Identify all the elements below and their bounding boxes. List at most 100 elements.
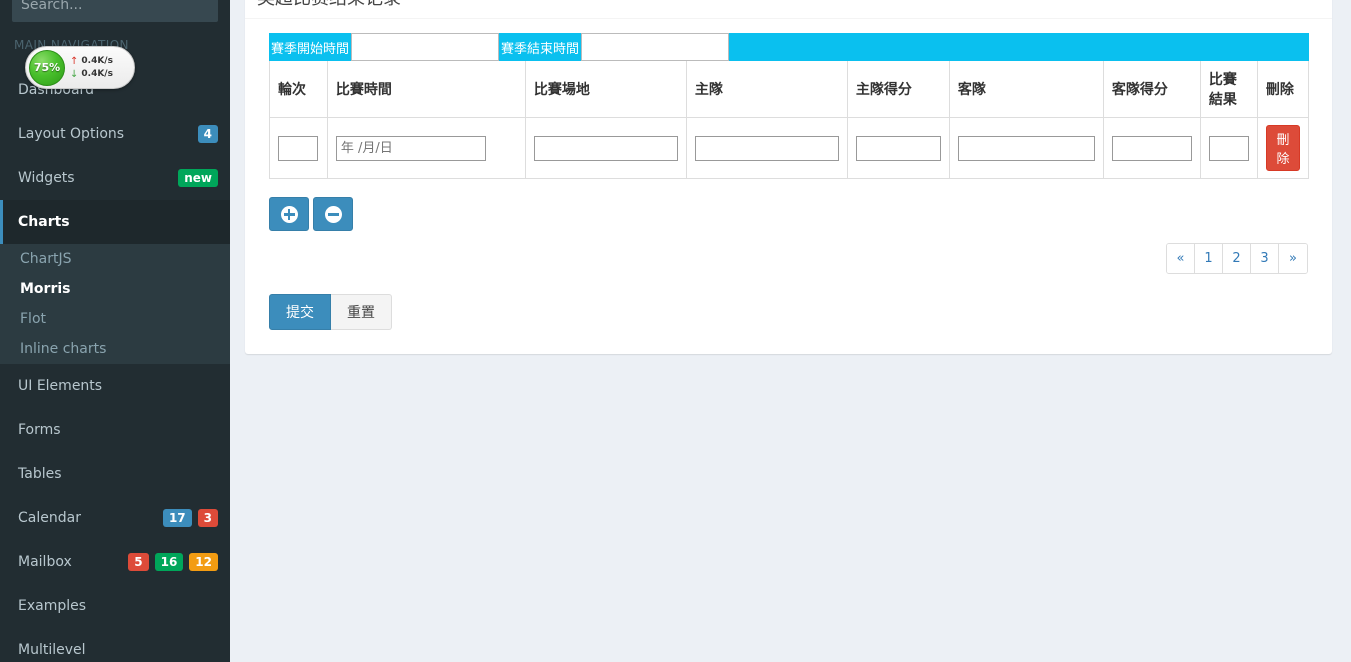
- status-badge: 4: [197, 125, 218, 143]
- search-input[interactable]: [13, 0, 183, 21]
- cell-away-score: [1102, 117, 1201, 179]
- submenu-item-label: Inline charts: [20, 341, 107, 357]
- column-header-home-score: 主隊得分: [846, 61, 950, 118]
- column-header-round: 輪次: [269, 61, 328, 118]
- app-root: MAIN NAVIGATION Dashboard Layout Options…: [0, 0, 1351, 662]
- sidebar: MAIN NAVIGATION Dashboard Layout Options…: [0, 0, 230, 662]
- cell-home-score: [846, 117, 950, 179]
- sidebar-item-mailbox[interactable]: Mailbox 5 16 12: [0, 540, 230, 584]
- season-bar-spacer: [729, 33, 1309, 61]
- sidebar-item-label: Calendar: [18, 510, 81, 526]
- download-stat-row: ↓ 0.4K/s: [70, 68, 113, 81]
- pagination-page-1[interactable]: 1: [1195, 244, 1223, 273]
- submit-button[interactable]: 提交: [269, 294, 331, 330]
- delete-row-button[interactable]: 刪除: [1265, 125, 1300, 171]
- season-start-input[interactable]: [351, 33, 500, 61]
- plus-circle-icon: [280, 205, 298, 223]
- row-controls: [269, 197, 1308, 231]
- pagination-next[interactable]: »: [1279, 244, 1307, 273]
- table-header-row: 輪次 比賽時間 比賽場地 主隊 主隊得分 客隊 客隊得分 比賽結果 刪除: [269, 61, 1310, 118]
- remove-row-button[interactable]: [313, 197, 353, 231]
- cell-venue: [524, 117, 687, 179]
- submenu-item-label: Morris: [20, 281, 71, 297]
- upload-stat-row: ↑ 0.4K/s: [70, 55, 113, 68]
- pagination-page-2[interactable]: 2: [1223, 244, 1251, 273]
- content-box: 英超比赛结果记录 賽季開始時間 賽季結束時間 輪次 比賽時間 比賽場地 主隊: [245, 0, 1332, 354]
- arrow-down-icon: ↓: [70, 68, 79, 80]
- status-badge: 12: [189, 553, 218, 571]
- column-header-away-team: 客隊: [948, 61, 1104, 118]
- pagination-wrapper: « 1 2 3 »: [269, 243, 1308, 274]
- home-team-input[interactable]: [694, 135, 839, 161]
- reset-button[interactable]: 重置: [331, 294, 392, 330]
- cell-round: [269, 117, 328, 179]
- upload-speed-value: 0.4K/s: [81, 55, 113, 66]
- pagination: « 1 2 3 »: [1166, 243, 1308, 274]
- sidebar-search[interactable]: [12, 0, 218, 22]
- add-row-button[interactable]: [269, 197, 309, 231]
- status-badge: 5: [128, 553, 149, 571]
- sidebar-item-calendar[interactable]: Calendar 17 3: [0, 496, 230, 540]
- round-input[interactable]: [278, 135, 318, 161]
- download-speed-value: 0.4K/s: [81, 68, 113, 79]
- cell-away-team: [948, 117, 1104, 179]
- sidebar-item-label: Charts: [18, 214, 70, 230]
- away-score-input[interactable]: [1111, 135, 1192, 161]
- badge-group: 5 16 12: [128, 553, 218, 571]
- venue-input[interactable]: [533, 135, 678, 161]
- cpu-gauge-icon: 75%: [29, 49, 65, 86]
- sidebar-item-forms[interactable]: Forms: [0, 408, 230, 452]
- arrow-up-icon: ↑: [70, 55, 79, 67]
- home-score-input[interactable]: [855, 135, 941, 161]
- sidebar-item-tables[interactable]: Tables: [0, 452, 230, 496]
- table-row: 刪除: [269, 117, 1310, 179]
- sidebar-item-label: Tables: [18, 466, 62, 482]
- submenu-item-inline-charts[interactable]: Inline charts: [0, 334, 230, 364]
- charts-submenu: ChartJS Morris Flot Inline charts: [0, 244, 230, 364]
- badge-group: 4: [197, 125, 218, 143]
- badge-group: 17 3: [162, 509, 218, 527]
- column-header-delete: 刪除: [1256, 61, 1310, 118]
- status-badge: 16: [154, 553, 184, 571]
- submenu-item-chartjs[interactable]: ChartJS: [0, 244, 230, 274]
- column-header-result: 比賽結果: [1199, 61, 1258, 118]
- pagination-prev[interactable]: «: [1167, 244, 1195, 273]
- sidebar-item-label: Mailbox: [18, 554, 72, 570]
- minus-circle-icon: [324, 205, 342, 223]
- submenu-item-morris[interactable]: Morris: [0, 274, 230, 304]
- submenu-item-flot[interactable]: Flot: [0, 304, 230, 334]
- sidebar-item-label: Forms: [18, 422, 61, 438]
- pagination-page-3[interactable]: 3: [1251, 244, 1279, 273]
- cell-match-time: [326, 117, 526, 179]
- season-end-label: 賽季結束時間: [501, 41, 580, 57]
- status-badge: 3: [197, 509, 218, 527]
- sidebar-item-examples[interactable]: Examples: [0, 584, 230, 628]
- column-header-home-team: 主隊: [685, 61, 848, 118]
- away-team-input[interactable]: [957, 135, 1095, 161]
- sidebar-item-multilevel[interactable]: Multilevel: [0, 628, 230, 662]
- status-badge: 17: [162, 509, 192, 527]
- sidebar-item-label: Multilevel: [18, 642, 86, 658]
- cpu-percent-value: 75%: [33, 61, 61, 74]
- submenu-item-label: ChartJS: [20, 251, 72, 267]
- sidebar-item-widgets[interactable]: Widgets new: [0, 156, 230, 200]
- season-end-input[interactable]: [581, 33, 730, 61]
- table-head: 輪次 比賽時間 比賽場地 主隊 主隊得分 客隊 客隊得分 比賽結果 刪除: [269, 61, 1310, 118]
- page-title: 英超比赛结果记录: [257, 0, 1320, 10]
- match-date-input[interactable]: [335, 135, 486, 161]
- box-header: 英超比赛结果记录: [245, 0, 1332, 19]
- sidebar-item-ui-elements[interactable]: UI Elements: [0, 364, 230, 408]
- match-results-table: 輪次 比賽時間 比賽場地 主隊 主隊得分 客隊 客隊得分 比賽結果 刪除 年 /…: [269, 61, 1310, 179]
- submenu-item-label: Flot: [20, 311, 46, 327]
- cell-delete: 刪除: [1256, 117, 1310, 179]
- sidebar-item-label: Widgets: [18, 170, 75, 186]
- badge-group: new: [178, 169, 218, 187]
- match-result-input[interactable]: [1208, 135, 1249, 161]
- sidebar-item-charts[interactable]: Charts: [0, 200, 230, 244]
- form-actions: 提交 重置: [269, 294, 1308, 330]
- cell-home-team: [685, 117, 848, 179]
- column-header-venue: 比賽場地: [524, 61, 687, 118]
- network-monitor-widget[interactable]: 75% ↑ 0.4K/s ↓ 0.4K/s: [25, 46, 135, 89]
- sidebar-item-layout-options[interactable]: Layout Options 4: [0, 112, 230, 156]
- season-start-label: 賽季開始時間: [271, 41, 350, 57]
